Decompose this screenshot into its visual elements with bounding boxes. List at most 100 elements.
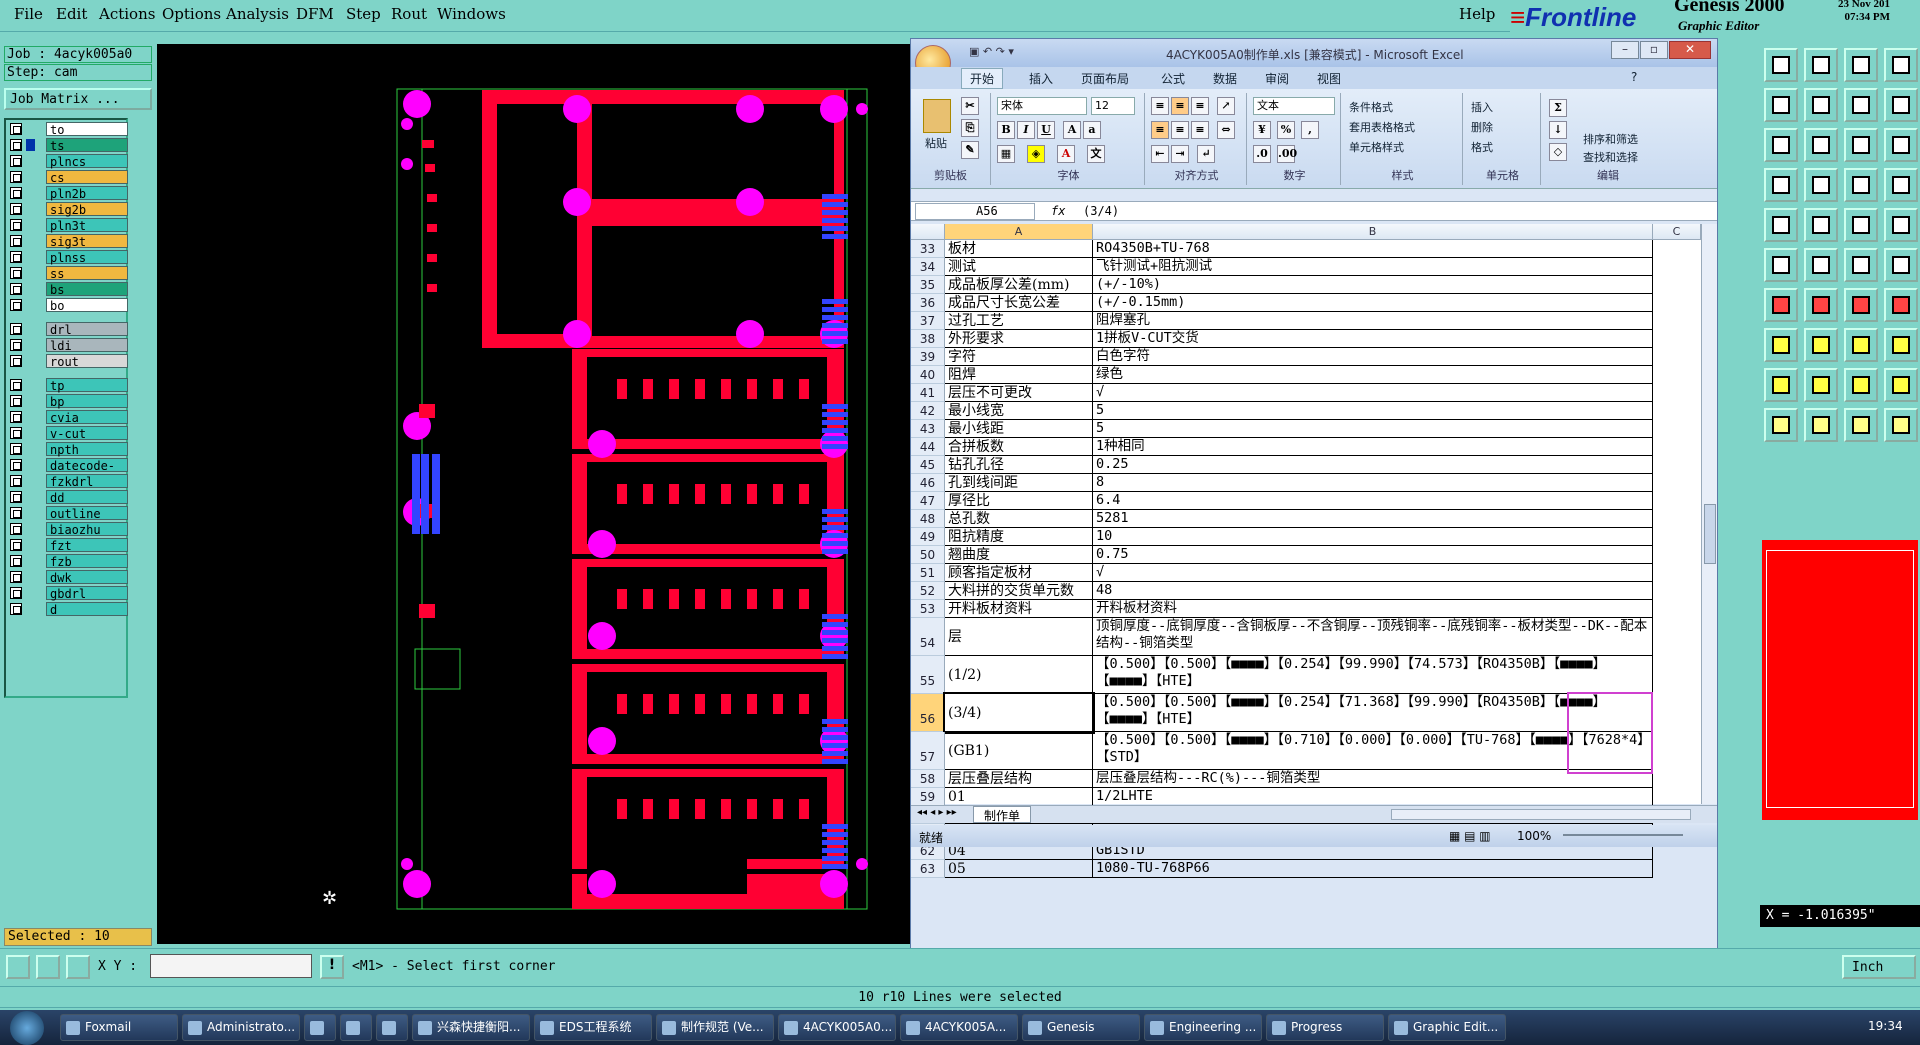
layer-checkbox[interactable] — [10, 523, 22, 535]
clear-icon[interactable]: ◇ — [1549, 143, 1567, 161]
cell-b[interactable]: 1/2LHTE — [1093, 788, 1653, 806]
layer-name[interactable]: fzt — [46, 538, 128, 553]
row-number[interactable]: 55 — [911, 656, 945, 694]
cell-a[interactable]: 层压叠层结构 — [945, 770, 1093, 788]
tab-page-layout[interactable]: 页面布局 — [1081, 70, 1129, 87]
tool-button[interactable] — [1844, 88, 1878, 122]
tab-insert[interactable]: 插入 — [1029, 70, 1053, 87]
cell-b[interactable]: 6.4 — [1093, 492, 1653, 510]
layer-checkbox[interactable] — [10, 139, 22, 151]
layer-checkbox[interactable] — [10, 251, 22, 263]
align-right-icon[interactable]: ≡ — [1191, 121, 1209, 139]
decrease-indent-icon[interactable]: ⇤ — [1151, 145, 1169, 163]
layer-name[interactable]: sig2b — [46, 202, 128, 217]
decrease-decimal-icon[interactable]: .00 — [1277, 145, 1297, 163]
layer-checkbox[interactable] — [10, 571, 22, 583]
snap-icon[interactable] — [6, 955, 30, 979]
cell-b[interactable]: 绿色 — [1093, 366, 1653, 384]
layer-name[interactable]: tp — [46, 378, 128, 393]
taskbar-item[interactable]: 4ACYK005A0... — [778, 1014, 896, 1041]
cell-a[interactable]: 翘曲度 — [945, 546, 1093, 564]
row-number[interactable]: 52 — [911, 582, 945, 600]
layer-row-bo[interactable]: bo — [8, 298, 128, 313]
taskbar-item[interactable]: EDS工程系统 — [534, 1014, 652, 1041]
tool-button[interactable] — [1804, 48, 1838, 82]
merge-icon[interactable]: ⇔ — [1217, 121, 1235, 139]
cell-a[interactable]: 层压不可更改 — [945, 384, 1093, 402]
cell-style-button[interactable]: 单元格样式 — [1349, 139, 1404, 155]
cell-b[interactable]: 顶铜厚度--底铜厚度--含铜板厚--不含铜厚--顶残铜率--底残铜率--板材类型… — [1093, 618, 1653, 656]
spreadsheet-grid[interactable]: A B C 33 板材 RO4350B+TU-768 34 测试 飞针测试+阻抗测试 35 成… — [911, 224, 1701, 878]
layer-name[interactable]: ss — [46, 266, 128, 281]
row-number[interactable]: 58 — [911, 770, 945, 788]
layer-name[interactable]: dd — [46, 490, 128, 505]
graphic-canvas[interactable]: ✲ — [157, 44, 910, 944]
grid-icon[interactable] — [66, 955, 90, 979]
layer-checkbox[interactable] — [10, 339, 22, 351]
row-number[interactable]: 63 — [911, 860, 945, 878]
layer-name[interactable]: outline — [46, 506, 128, 521]
cell-a[interactable]: (GB1) — [945, 732, 1093, 770]
cell-b[interactable]: 8 — [1093, 474, 1653, 492]
cell-b[interactable]: 5 — [1093, 402, 1653, 420]
layer-name[interactable]: bs — [46, 282, 128, 297]
tool-button[interactable] — [1804, 408, 1838, 442]
layer-row-cs[interactable]: cs — [8, 170, 128, 185]
menu-step[interactable]: Step — [346, 5, 381, 23]
tool-button[interactable] — [1884, 408, 1918, 442]
row-number[interactable]: 46 — [911, 474, 945, 492]
tool-button[interactable] — [1844, 328, 1878, 362]
cell-a[interactable]: 字符 — [945, 348, 1093, 366]
cell-a[interactable]: 总孔数 — [945, 510, 1093, 528]
tool-button[interactable] — [1764, 408, 1798, 442]
layer-name[interactable]: fzkdrl — [46, 474, 128, 489]
italic-icon[interactable]: I — [1017, 121, 1035, 139]
column-header-b[interactable]: B — [1093, 224, 1653, 240]
cell-a[interactable]: 成品尺寸长宽公差 — [945, 294, 1093, 312]
conditional-format-button[interactable]: 条件格式 — [1349, 99, 1393, 115]
layer-row-fzkdrl[interactable]: fzkdrl — [8, 474, 128, 489]
format-painter-icon[interactable]: ✎ — [961, 141, 979, 159]
cut-icon[interactable]: ✂ — [961, 97, 979, 115]
layer-name[interactable]: plncs — [46, 154, 128, 169]
layer-checkbox[interactable] — [10, 555, 22, 567]
tool-button[interactable] — [1804, 168, 1838, 202]
delete-cells-button[interactable]: 删除 — [1471, 119, 1493, 135]
menu-analysis[interactable]: Analysis — [226, 5, 289, 23]
layer-name[interactable]: npth — [46, 442, 128, 457]
wrap-text-icon[interactable]: ↵ — [1197, 145, 1215, 163]
tool-button[interactable] — [1804, 128, 1838, 162]
tool-button[interactable] — [1844, 208, 1878, 242]
row-number[interactable]: 59 — [911, 788, 945, 806]
cell-a[interactable]: (3/4) — [943, 692, 1095, 734]
tool-button[interactable] — [1764, 168, 1798, 202]
tool-button[interactable] — [1764, 368, 1798, 402]
row-number[interactable]: 43 — [911, 420, 945, 438]
cell-b[interactable]: 飞针测试+阻抗测试 — [1093, 258, 1653, 276]
number-format-select[interactable]: 文本 — [1253, 97, 1335, 115]
layer-row-plncs[interactable]: plncs — [8, 154, 128, 169]
layer-row-cvia[interactable]: cvia — [8, 410, 128, 425]
xy-input[interactable] — [150, 954, 312, 978]
row-number[interactable]: 51 — [911, 564, 945, 582]
layer-row-dd[interactable]: dd — [8, 490, 128, 505]
tool-button[interactable] — [1884, 208, 1918, 242]
tool-button[interactable] — [1884, 368, 1918, 402]
menu-edit[interactable]: Edit — [56, 5, 87, 23]
cell-b[interactable]: 阻焊塞孔 — [1093, 312, 1653, 330]
taskbar-item[interactable] — [304, 1014, 336, 1041]
start-button[interactable] — [10, 1011, 44, 1045]
layer-checkbox[interactable] — [10, 155, 22, 167]
align-center-icon[interactable]: ≡ — [1171, 121, 1189, 139]
align-bottom-icon[interactable]: ≡ — [1191, 97, 1209, 115]
layer-checkbox[interactable] — [10, 299, 22, 311]
cell-a[interactable]: 最小线宽 — [945, 402, 1093, 420]
cell-a[interactable]: 最小线距 — [945, 420, 1093, 438]
row-number[interactable]: 42 — [911, 402, 945, 420]
tool-button[interactable] — [1804, 248, 1838, 282]
view-buttons[interactable]: ▦ ▤ ▥ — [1449, 829, 1491, 843]
tool-button[interactable] — [1764, 328, 1798, 362]
layer-row-pln3t[interactable]: pln3t — [8, 218, 128, 233]
row-number[interactable]: 36 — [911, 294, 945, 312]
cell-b[interactable]: 开料板材资料 — [1093, 600, 1653, 618]
